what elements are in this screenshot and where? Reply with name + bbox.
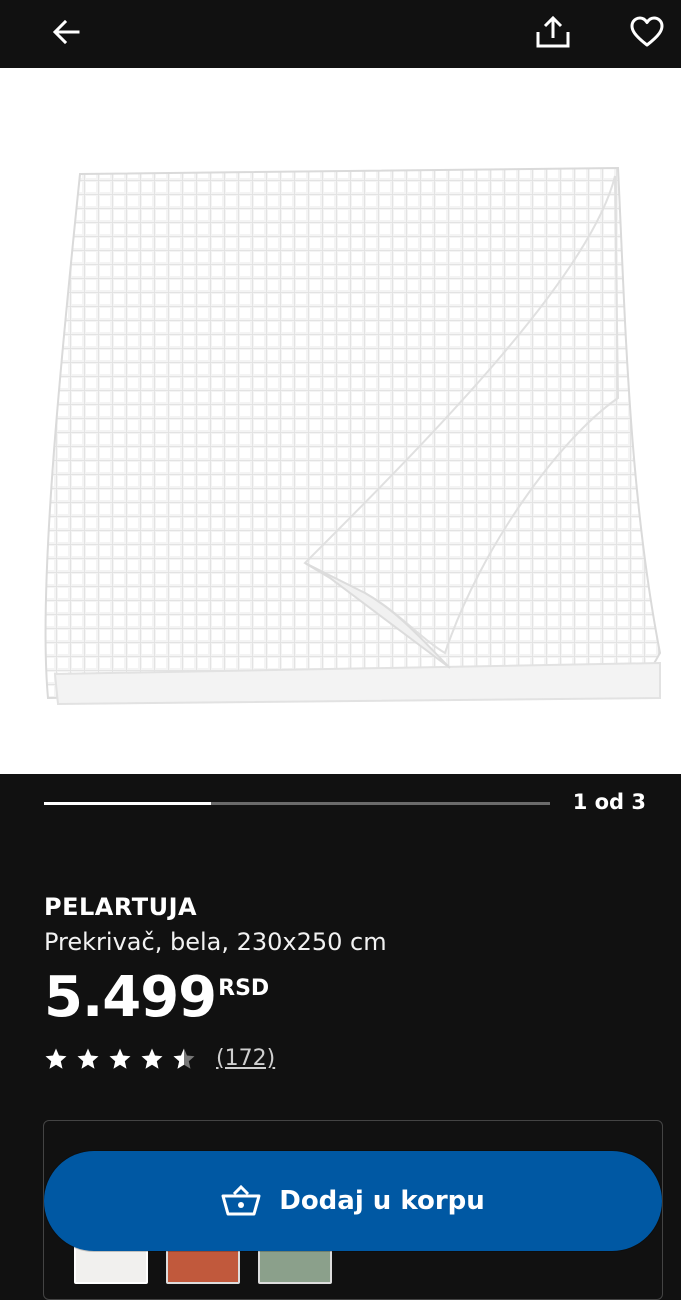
share-button[interactable] — [529, 8, 577, 56]
gallery-page-counter: 1 od 3 — [572, 790, 646, 814]
back-button[interactable] — [42, 8, 90, 56]
top-bar — [0, 0, 681, 68]
heart-icon — [630, 16, 664, 47]
price-currency: RSD — [218, 976, 270, 1001]
review-count-link[interactable]: (172) — [216, 1046, 275, 1071]
product-name: PELARTUJA — [44, 893, 198, 921]
add-to-cart-label: Dodaj u korpu — [279, 1186, 485, 1216]
add-to-cart-button[interactable]: Dodaj u korpu — [44, 1151, 662, 1251]
price: 5.499 RSD — [44, 968, 269, 1028]
half-star-icon — [173, 1048, 195, 1069]
gallery-progress-fill — [44, 802, 211, 805]
favorite-button[interactable] — [623, 8, 671, 56]
rating[interactable]: (172) — [44, 1046, 275, 1071]
arrow-left-icon — [52, 19, 80, 45]
product-description: Prekrivač, bela, 230x250 cm — [44, 928, 387, 956]
product-image[interactable] — [0, 68, 681, 774]
star-icon — [45, 1048, 67, 1069]
star-icon — [141, 1048, 163, 1069]
price-amount: 5.499 — [44, 965, 217, 1030]
gallery-progress-bar — [44, 802, 550, 805]
basket-icon — [221, 1184, 261, 1216]
blanket-image — [44, 166, 662, 706]
star-icon — [77, 1048, 99, 1069]
share-icon — [536, 15, 570, 48]
star-icon — [109, 1048, 131, 1069]
